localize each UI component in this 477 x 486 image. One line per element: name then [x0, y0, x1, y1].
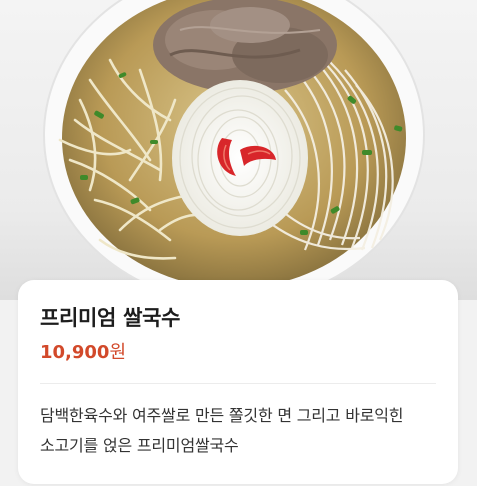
- product-price: 10,900원: [40, 338, 126, 364]
- sliced-beef: [153, 0, 337, 93]
- price-amount: 10,900: [40, 342, 110, 363]
- price-unit: 원: [109, 342, 127, 363]
- product-title: 프리미엄 쌀국수: [40, 306, 181, 330]
- sliced-onion: [172, 80, 308, 236]
- product-photo: [0, 0, 477, 300]
- product-detail-screen: 프리미엄 쌀국수 10,900원 담백한육수와 여주쌀로 만든 쫄깃한 면 그리…: [0, 0, 477, 486]
- product-description: 담백한육수와 여주쌀로 만든 쫄깃한 면 그리고 바로익힌 소고기를 얹은 프리…: [40, 406, 404, 455]
- divider: [40, 383, 436, 384]
- product-info-card: 프리미엄 쌀국수 10,900원 담백한육수와 여주쌀로 만든 쫄깃한 면 그리…: [18, 280, 458, 484]
